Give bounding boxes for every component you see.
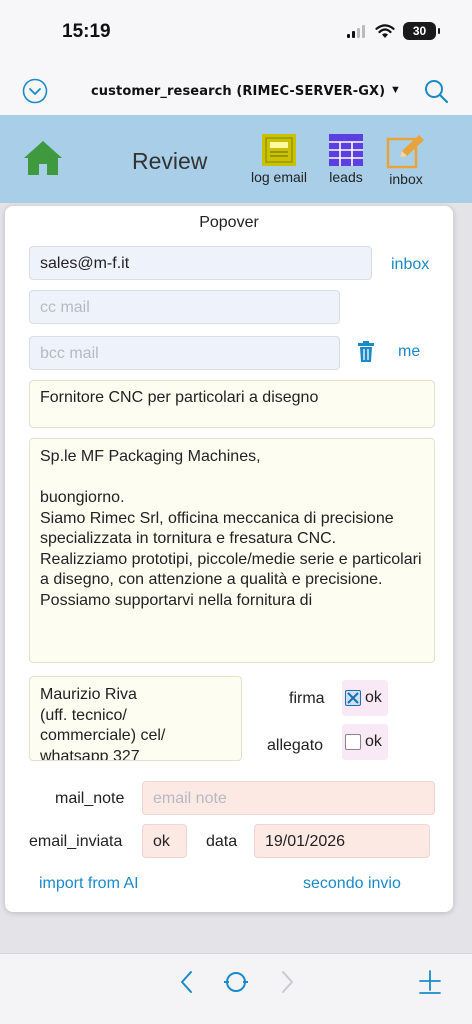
status-time: 15:19 (62, 21, 111, 42)
leads-grid-icon (329, 134, 363, 166)
data-field[interactable]: 19/01/2026 (254, 824, 430, 858)
data-label: data (206, 833, 238, 850)
me-link[interactable]: me (398, 343, 420, 361)
title-caret[interactable]: ▼ (390, 84, 401, 96)
import-from-ai-link[interactable]: import from AI (39, 875, 139, 893)
chevron-down-circle-icon[interactable] (22, 78, 48, 104)
to-email-field[interactable]: sales@m-f.it (29, 246, 372, 280)
firma-label: firma (289, 690, 325, 707)
add-icon[interactable] (416, 968, 444, 996)
status-bar: 15:19 30 (0, 0, 472, 60)
battery-level: 30 (412, 24, 427, 38)
email-body-field[interactable]: Sp.le MF Packaging Machines, buongiorno.… (29, 438, 435, 663)
inbox-button[interactable]: inbox (382, 133, 430, 187)
mail-note-label: mail_note (55, 790, 125, 807)
secondo-invio-link[interactable]: secondo invio (303, 875, 401, 893)
mail-note-field[interactable]: email note (142, 781, 435, 815)
wifi-icon (375, 23, 395, 38)
checkbox-checked-icon (345, 690, 361, 706)
search-icon[interactable] (423, 78, 449, 104)
refresh-icon[interactable] (222, 968, 250, 996)
inbox-edit-icon (386, 135, 424, 169)
email-inviata-label: email_inviata (29, 833, 123, 850)
database-title[interactable]: customer_research (RIMEC-SERVER-GX) (91, 84, 385, 99)
subject-field[interactable]: Fornitore CNC per particolari a disegno (29, 380, 435, 428)
signal-icon (347, 25, 365, 38)
allegato-label: allegato (267, 737, 324, 754)
bcc-email-field[interactable]: bcc mail (29, 336, 340, 370)
log-email-label: log email (250, 169, 308, 185)
layout-title: Review (132, 148, 208, 174)
nav-bar: customer_research (RIMEC-SERVER-GX) ▼ (0, 60, 472, 115)
leads-label: leads (329, 169, 363, 185)
back-icon[interactable] (174, 968, 202, 996)
popover-title: Popover (199, 214, 259, 231)
home-icon[interactable] (22, 139, 64, 177)
popover: Popover sales@m-f.it inbox cc mail bcc m… (5, 206, 453, 912)
trash-icon[interactable] (357, 341, 375, 363)
battery-icon: 30 (403, 22, 440, 40)
firma-checkbox[interactable]: ok (342, 680, 388, 716)
email-inviata-field[interactable]: ok (142, 824, 187, 858)
inbox-label: inbox (389, 171, 423, 187)
allegato-ok-label: ok (365, 733, 382, 750)
status-indicators: 30 (347, 22, 440, 40)
checkbox-empty-icon (345, 734, 361, 750)
signature-field[interactable]: Maurizio Riva (uff. tecnico/ commerciale… (29, 676, 242, 761)
bottom-toolbar (0, 953, 472, 1024)
log-email-icon (262, 134, 296, 166)
inbox-link[interactable]: inbox (391, 256, 429, 274)
allegato-checkbox[interactable]: ok (342, 724, 388, 760)
leads-button[interactable]: leads (322, 133, 370, 185)
layout-toolbar: Review log email leads inbox (0, 115, 472, 203)
firma-ok-label: ok (365, 689, 382, 706)
cc-email-field[interactable]: cc mail (29, 290, 340, 324)
log-email-button[interactable]: log email (246, 133, 312, 185)
forward-icon (282, 971, 293, 993)
